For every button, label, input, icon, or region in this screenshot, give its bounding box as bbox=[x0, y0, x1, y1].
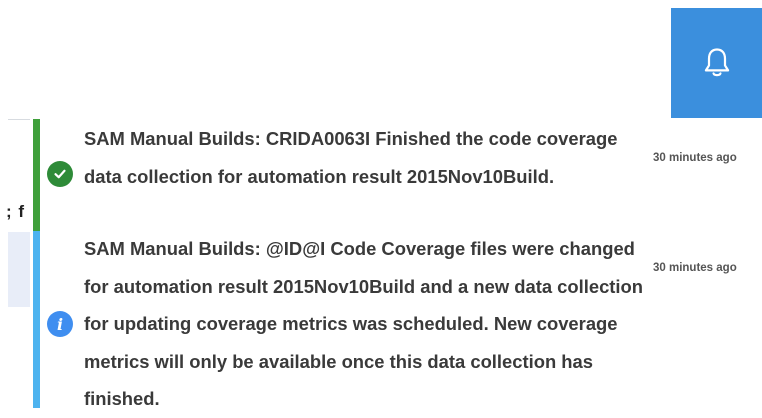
check-circle-icon bbox=[47, 161, 73, 187]
notification-message[interactable]: SAM Manual Builds: CRIDA0063I Finished t… bbox=[84, 120, 644, 195]
success-status-bar bbox=[33, 119, 40, 231]
notification-time: 30 minutes ago bbox=[653, 262, 737, 274]
background-panel bbox=[8, 232, 30, 307]
bell-icon bbox=[704, 48, 729, 77]
background-page-fragment: ; f bbox=[0, 119, 30, 408]
info-status-bar bbox=[33, 231, 40, 408]
info-circle-icon: i bbox=[47, 311, 73, 337]
notification-time: 30 minutes ago bbox=[653, 152, 737, 164]
divider bbox=[8, 119, 30, 120]
truncated-background-text: ; f bbox=[6, 202, 26, 221]
notification-message[interactable]: SAM Manual Builds: @ID@I Code Coverage f… bbox=[84, 230, 644, 418]
notifications-bell-button[interactable] bbox=[671, 8, 762, 118]
